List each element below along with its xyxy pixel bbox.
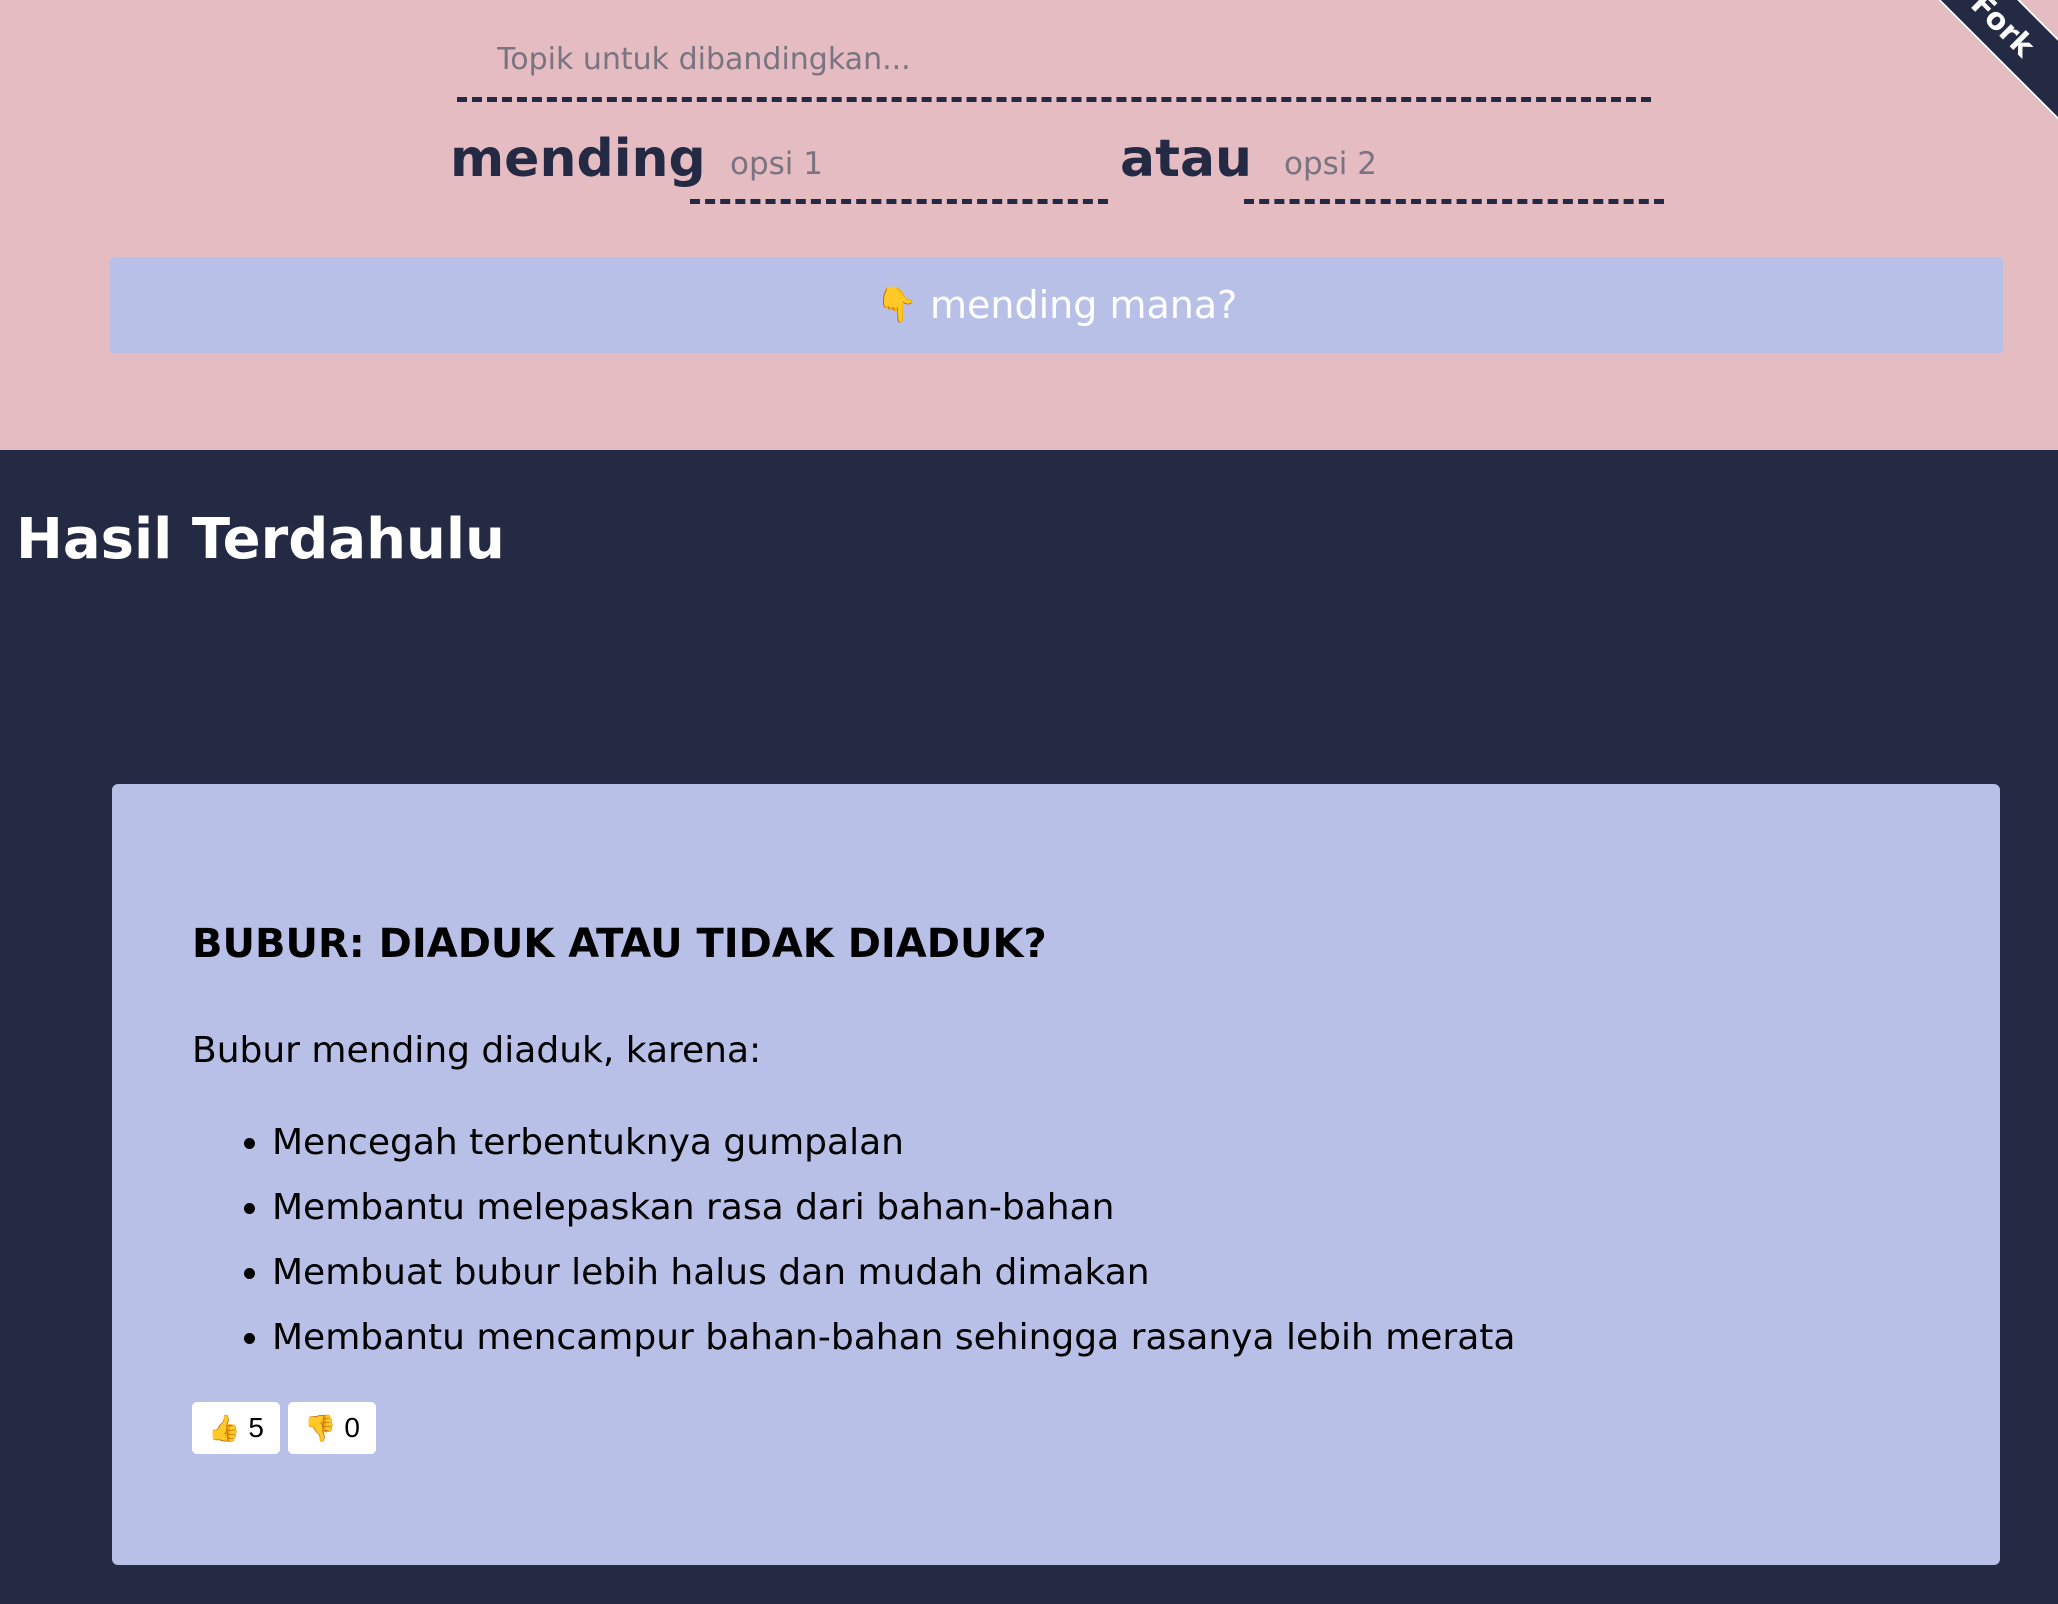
history-title: Hasil Terdahulu [16,507,505,572]
vote-bar: 👍 5 👎 0 [192,1402,1920,1454]
list-item: Mencegah terbentuknya gumpalan [272,1118,1920,1183]
list-item: Membantu melepaskan rasa dari bahan-baha… [272,1183,1920,1248]
compare-form-section: mending atau 👇 mending mana? Fork [0,0,2058,450]
thumbs-up-icon: 👍 [208,1412,241,1443]
option1-input[interactable] [690,128,1108,204]
submit-button[interactable]: 👇 mending mana? [110,257,2003,353]
downvote-count: 0 [344,1412,360,1443]
thumbs-down-icon: 👎 [303,1412,337,1443]
reason-list: Mencegah terbentuknya gumpalan Membantu … [192,1118,1920,1378]
submit-label: mending mana? [930,283,1238,327]
result-intro: Bubur mending diaduk, karena: [192,1030,762,1071]
atau-label: atau [1120,129,1253,189]
topic-input[interactable] [457,22,1651,102]
result-card: BUBUR: DIADUK ATAU TIDAK DIADUK? Bubur m… [112,784,2000,1565]
fork-ribbon-link[interactable]: Fork [1926,0,2058,215]
list-item: Membantu mencampur bahan-bahan sehingga … [272,1313,1920,1378]
option2-input[interactable] [1244,128,1664,204]
list-item: Membuat bubur lebih halus dan mudah dima… [272,1248,1920,1313]
upvote-count: 5 [248,1412,264,1443]
downvote-button[interactable]: 👎 0 [287,1402,376,1454]
pointing-down-icon: 👇 [875,285,919,325]
result-title: BUBUR: DIADUK ATAU TIDAK DIADUK? [192,921,1047,967]
mending-label: mending [450,129,706,189]
upvote-button[interactable]: 👍 5 [192,1402,280,1454]
